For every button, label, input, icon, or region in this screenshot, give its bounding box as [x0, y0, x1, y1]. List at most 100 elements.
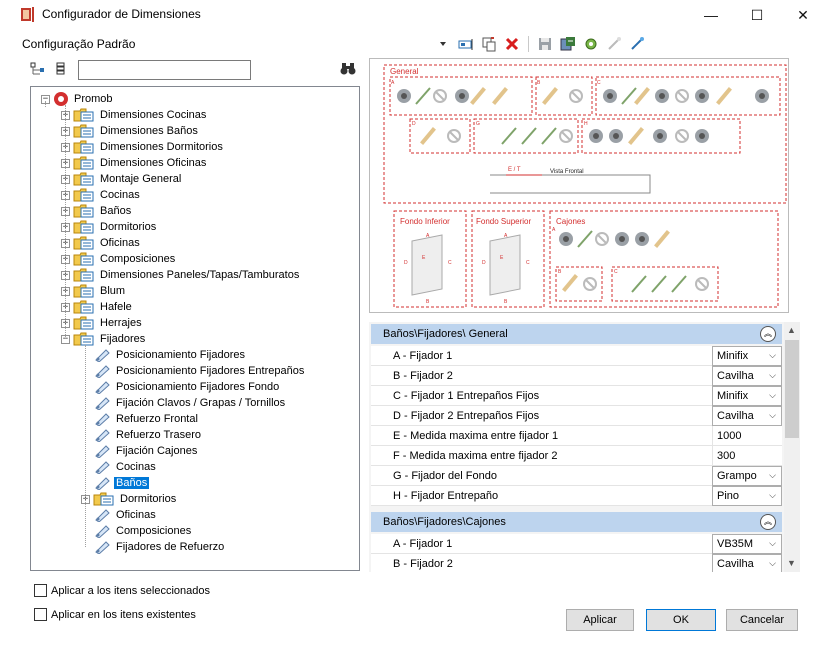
- binoculars-search-icon[interactable]: [340, 62, 356, 76]
- chevron-down-icon[interactable]: ⌵: [769, 390, 776, 401]
- chevron-down-icon[interactable]: ⌵: [769, 410, 776, 421]
- tree-item[interactable]: + Hafele: [61, 299, 134, 315]
- tree-item[interactable]: + Dimensiones Oficinas: [61, 155, 208, 171]
- fixer-leaf-icon: [93, 380, 111, 395]
- property-name: D - Fijador 2 Entrepaños Fijos: [371, 406, 712, 426]
- property-input[interactable]: 1000: [712, 426, 782, 446]
- minimize-button[interactable]: —: [688, 0, 734, 30]
- tree-item[interactable]: + Herrajes: [61, 315, 144, 331]
- property-combo[interactable]: VB35M ⌵: [712, 534, 782, 554]
- property-combo[interactable]: Grampo ⌵: [712, 466, 782, 486]
- delete-icon[interactable]: [503, 35, 521, 53]
- collapse-section-icon[interactable]: ︽: [760, 514, 776, 530]
- folder-icon: [73, 108, 95, 122]
- property-combo[interactable]: Pino ⌵: [712, 486, 782, 506]
- tree-leaf[interactable]: Oficinas: [93, 507, 158, 523]
- cancel-button[interactable]: Cancelar: [726, 609, 798, 631]
- property-combo[interactable]: Cavilha ⌵: [712, 366, 782, 386]
- wand-icon[interactable]: [628, 35, 646, 53]
- preview-general-label: General: [390, 67, 419, 76]
- collapse-tree-icon[interactable]: [30, 62, 46, 76]
- tree-search-input[interactable]: [78, 60, 251, 80]
- tree-tools: [30, 62, 68, 76]
- property-combo[interactable]: Minifix ⌵: [712, 346, 782, 366]
- property-grid[interactable]: Baños\Fijadores\ General ︽ A - Fijador 1 Mi…: [369, 322, 800, 572]
- tree-leaf[interactable]: Baños: [93, 475, 150, 491]
- apply-existing-option[interactable]: Aplicar en los itens existentes: [34, 608, 196, 621]
- tree-item[interactable]: + Oficinas: [61, 235, 142, 251]
- config-label: Configuração Padrão: [22, 37, 136, 51]
- property-input[interactable]: 300: [712, 446, 782, 466]
- fixer-leaf-icon: [93, 364, 111, 379]
- tree-item[interactable]: + Dimensiones Dormitorios: [61, 139, 225, 155]
- fixer-leaf-icon: [93, 396, 111, 411]
- settings-gear-icon[interactable]: [582, 35, 600, 53]
- tree-item[interactable]: + Dimensiones Paneles/Tapas/Tamburatos: [61, 267, 301, 283]
- property-combo[interactable]: Cavilha ⌵: [712, 406, 782, 426]
- dropdown-arrow-icon[interactable]: [434, 35, 452, 53]
- fixer-leaf-icon: [93, 460, 111, 475]
- ok-button[interactable]: OK: [646, 609, 716, 631]
- tree-item[interactable]: + Montaje General: [61, 171, 183, 187]
- scroll-up-icon[interactable]: ▲: [787, 325, 796, 335]
- chevron-down-icon[interactable]: ⌵: [769, 370, 776, 381]
- scroll-down-icon[interactable]: ▼: [787, 558, 796, 568]
- maximize-button[interactable]: ☐: [734, 0, 780, 30]
- chevron-down-icon[interactable]: ⌵: [769, 350, 776, 361]
- collapse-section-icon[interactable]: ︽: [760, 326, 776, 342]
- tree-item[interactable]: + Blum: [61, 283, 127, 299]
- expand-tree-icon[interactable]: [54, 62, 68, 76]
- apply-selected-checkbox[interactable]: [34, 584, 47, 597]
- tree-item[interactable]: + Dimensiones Cocinas: [61, 107, 208, 123]
- property-name: C - Fijador 1 Entrepaños Fijos: [371, 386, 712, 406]
- chevron-down-icon[interactable]: ⌵: [769, 558, 776, 569]
- export-icon[interactable]: [559, 35, 577, 53]
- apply-button[interactable]: Aplicar: [566, 609, 634, 631]
- tree-item[interactable]: − Fijadores: [61, 331, 147, 347]
- tree-item[interactable]: + Dimensiones Baños: [61, 123, 200, 139]
- tree-leaf[interactable]: Cocinas: [93, 459, 158, 475]
- preview-vista-frontal: Vista Frontal: [550, 169, 584, 175]
- section-header-general[interactable]: Baños\Fijadores\ General ︽: [371, 324, 782, 344]
- tree-leaf[interactable]: Posicionamiento Fijadores Fondo: [93, 379, 281, 395]
- edit-field-icon[interactable]: [457, 35, 475, 53]
- wand-disabled-icon[interactable]: [605, 35, 623, 53]
- grid-scrollbar[interactable]: ▲ ▼: [784, 322, 800, 572]
- tree-root[interactable]: − Promob: [41, 91, 115, 107]
- property-combo[interactable]: Minifix ⌵: [712, 386, 782, 406]
- apply-existing-checkbox[interactable]: [34, 608, 47, 621]
- apply-selected-option[interactable]: Aplicar a los itens seleccionados: [34, 584, 210, 597]
- scroll-thumb[interactable]: [785, 340, 799, 438]
- tree-leaf[interactable]: Refuerzo Frontal: [93, 411, 200, 427]
- svg-text:B: B: [426, 299, 430, 305]
- close-button[interactable]: ✕: [780, 0, 826, 30]
- tree-item[interactable]: + Dormitorios: [81, 491, 178, 507]
- tree-item[interactable]: + Dormitorios: [61, 219, 158, 235]
- tree-item[interactable]: + Composiciones: [61, 251, 177, 267]
- property-name: B - Fijador 2: [371, 554, 712, 572]
- tree-leaf[interactable]: Refuerzo Trasero: [93, 427, 203, 443]
- tree-leaf[interactable]: Composiciones: [93, 523, 193, 539]
- copy-icon[interactable]: [480, 35, 498, 53]
- tree-item[interactable]: + Cocinas: [61, 187, 142, 203]
- property-combo[interactable]: Cavilha ⌵: [712, 554, 782, 572]
- tree-leaf[interactable]: Posicionamiento Fijadores: [93, 347, 247, 363]
- tree-leaf[interactable]: Posicionamiento Fijadores Entrepaños: [93, 363, 306, 379]
- chevron-down-icon[interactable]: ⌵: [769, 490, 776, 501]
- svg-text:A: A: [391, 80, 395, 86]
- save-icon[interactable]: [536, 35, 554, 53]
- section-header-cajones[interactable]: Baños\Fijadores\Cajones ︽: [371, 512, 782, 532]
- folder-icon: [73, 284, 95, 298]
- svg-text:C: C: [526, 260, 530, 266]
- property-name: A - Fijador 1: [371, 534, 712, 554]
- property-row: C - Fijador 1 Entrepaños Fijos Minifix ⌵: [371, 386, 782, 406]
- chevron-down-icon[interactable]: ⌵: [769, 538, 776, 549]
- property-row: B - Fijador 2 Cavilha ⌵: [371, 366, 782, 386]
- category-tree[interactable]: − Promob + Dimensiones Cocinas + Dimensiones …: [30, 86, 360, 571]
- tree-leaf[interactable]: Fijación Cajones: [93, 443, 199, 459]
- svg-text:B: B: [558, 269, 562, 275]
- tree-item[interactable]: + Baños: [61, 203, 133, 219]
- tree-leaf[interactable]: Fijación Clavos / Grapas / Tornillos: [93, 395, 287, 411]
- chevron-down-icon[interactable]: ⌵: [769, 470, 776, 481]
- tree-leaf[interactable]: Fijadores de Refuerzo: [93, 539, 226, 555]
